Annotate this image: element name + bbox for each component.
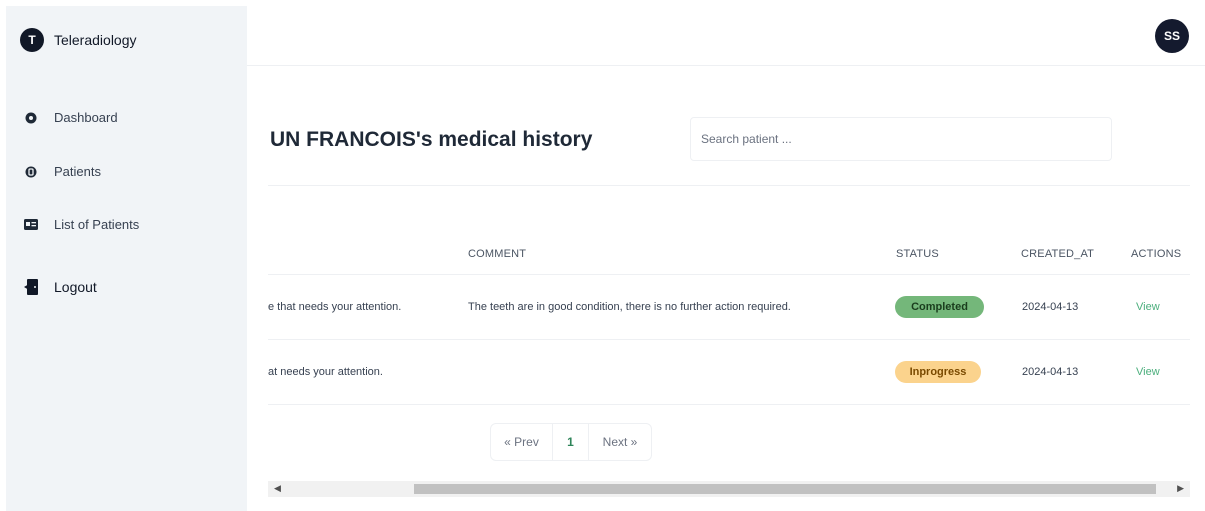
column-header-status: STATUS xyxy=(896,248,939,260)
sidebar-item-list-of-patients[interactable]: List of Patients xyxy=(24,217,139,232)
sidebar-item-dashboard[interactable]: Dashboard xyxy=(24,110,118,125)
brand-name: Teleradiology xyxy=(54,32,137,48)
scrollbar-thumb[interactable] xyxy=(414,484,1156,494)
cell-description: e that needs your attention. xyxy=(268,301,402,313)
cell-created-at: 2024-04-13 xyxy=(1022,366,1079,378)
row-divider xyxy=(268,404,1190,405)
sidebar-item-patients[interactable]: Patients xyxy=(24,164,101,179)
topbar: SS xyxy=(247,0,1205,66)
view-link[interactable]: View xyxy=(1136,301,1160,313)
cell-created-at: 2024-04-13 xyxy=(1022,301,1079,313)
status-badge: Completed xyxy=(895,296,984,318)
scroll-left-icon[interactable]: ◀ xyxy=(274,483,281,494)
history-table-card: COMMENT STATUS CREATED_AT ACTIONS e that… xyxy=(268,185,1190,505)
row-divider xyxy=(268,339,1190,340)
row-divider xyxy=(268,274,1190,275)
sidebar: T Teleradiology Dashboard Patients List … xyxy=(6,6,247,511)
brand-logo: T xyxy=(20,28,44,52)
brand[interactable]: T Teleradiology xyxy=(20,28,137,52)
sidebar-item-label: List of Patients xyxy=(54,217,140,232)
user-avatar[interactable]: SS xyxy=(1155,19,1189,53)
page-number-button[interactable]: 1 xyxy=(553,424,589,460)
view-link[interactable]: View xyxy=(1136,366,1160,378)
pagination: « Prev 1 Next » xyxy=(490,423,652,461)
column-header-comment: COMMENT xyxy=(468,248,527,260)
scroll-right-icon[interactable]: ▶ xyxy=(1177,483,1184,494)
cell-description: at needs your attention. xyxy=(268,366,383,378)
column-header-created-at: CREATED_AT xyxy=(1021,248,1095,260)
sidebar-item-label: Patients xyxy=(54,164,101,179)
cell-comment: The teeth are in good condition, there i… xyxy=(468,301,791,313)
status-badge: Inprogress xyxy=(895,361,981,383)
dashboard-icon xyxy=(24,111,38,125)
id-card-icon xyxy=(24,218,38,232)
page-title: UN FRANCOIS's medical history xyxy=(270,128,593,151)
next-page-button[interactable]: Next » xyxy=(589,424,651,460)
patients-icon xyxy=(24,165,38,179)
search-input[interactable] xyxy=(690,117,1112,161)
column-header-actions: ACTIONS xyxy=(1131,248,1182,260)
logout-icon xyxy=(24,279,38,295)
horizontal-scrollbar[interactable]: ◀ ▶ xyxy=(268,481,1190,497)
sidebar-item-label: Dashboard xyxy=(54,110,118,125)
prev-page-button[interactable]: « Prev xyxy=(491,424,553,460)
logout-label: Logout xyxy=(54,279,97,295)
logout-button[interactable]: Logout xyxy=(24,279,97,295)
